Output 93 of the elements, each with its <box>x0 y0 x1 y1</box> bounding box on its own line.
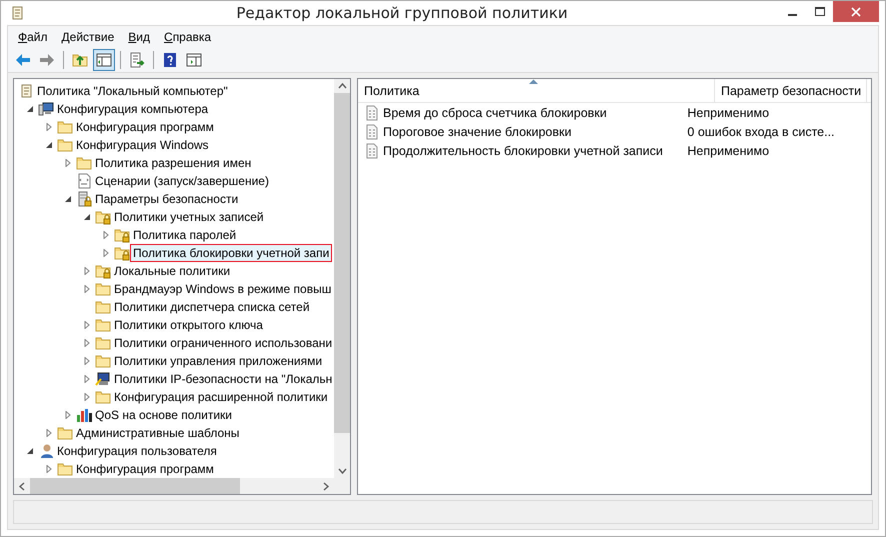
tree-item[interactable]: Локальные политики <box>111 262 234 280</box>
folder-icon <box>57 137 73 153</box>
locked-folder-icon <box>114 245 130 261</box>
folder-icon <box>95 317 111 333</box>
tree-item[interactable]: Политика "Локальный компьютер" <box>34 82 231 100</box>
expand-triangle-icon[interactable] <box>83 339 91 347</box>
help-icon <box>162 52 178 68</box>
vertical-scrollbar[interactable] <box>334 79 350 478</box>
collapse-triangle-icon[interactable] <box>64 195 72 203</box>
expand-triangle-icon[interactable] <box>45 465 53 473</box>
folder-icon <box>95 335 111 351</box>
computer-icon <box>38 101 54 117</box>
expand-triangle-icon[interactable] <box>102 231 110 239</box>
policy-item[interactable]: Продолжительность блокировки учетной записи <box>358 142 682 158</box>
script-icon <box>76 173 92 189</box>
folder-icon <box>95 299 111 315</box>
menu-item[interactable]: Вид <box>122 30 158 44</box>
monitor-key-icon <box>95 371 111 387</box>
collapse-triangle-icon[interactable] <box>45 141 53 149</box>
expand-triangle-icon[interactable] <box>45 123 53 131</box>
folder-icon <box>57 119 73 135</box>
folder-up-icon <box>72 52 88 68</box>
expand-triangle-icon[interactable] <box>83 285 91 293</box>
expand-triangle-icon[interactable] <box>83 357 91 365</box>
folder-icon <box>95 353 111 369</box>
locked-folder-icon <box>95 209 111 225</box>
server-lock-icon <box>76 191 92 207</box>
tree-item[interactable]: Конфигурация программ <box>73 118 217 136</box>
policy-item[interactable]: Пороговое значение блокировки <box>358 124 682 140</box>
tree-item[interactable]: Конфигурация расширенной политики <box>111 388 331 406</box>
tree-item[interactable]: Политики учетных записей <box>111 208 267 226</box>
tree-item[interactable]: Политики управления приложениями <box>111 352 326 370</box>
column-header[interactable]: Политика <box>358 79 715 102</box>
locked-folder-icon <box>114 227 130 243</box>
panel-icon <box>186 52 202 68</box>
expand-triangle-icon[interactable] <box>64 411 72 419</box>
toolbar-button[interactable] <box>93 49 115 71</box>
expand-triangle-icon[interactable] <box>83 393 91 401</box>
table-cell-text: Неприменимо <box>686 144 770 158</box>
tree-item[interactable]: Политики диспетчера списка сетей <box>111 298 313 316</box>
forward-arrow-icon <box>39 52 55 68</box>
panel-icon <box>96 52 112 68</box>
sort-up-icon <box>529 79 538 84</box>
folder-icon <box>57 425 73 441</box>
tree-item[interactable]: Конфигурация пользователя <box>54 442 220 460</box>
back-arrow-icon <box>15 52 31 68</box>
tree-item[interactable]: QoS на основе политики <box>92 406 235 424</box>
bar-chart-icon <box>76 407 92 423</box>
tree-item[interactable]: Конфигурация компьютера <box>54 100 212 118</box>
tree-item[interactable]: Политики IP-безопасности на "Локальн <box>111 370 334 388</box>
folder-icon <box>57 461 73 477</box>
tree-item[interactable]: Политики ограниченного использовани <box>111 334 334 352</box>
export-list-icon <box>129 52 145 68</box>
expand-triangle-icon[interactable] <box>83 267 91 275</box>
tree-item[interactable]: Политики открытого ключа <box>111 316 266 334</box>
policy-icon <box>364 142 380 158</box>
tree-item[interactable]: Конфигурация Windows <box>73 136 212 154</box>
tree-item[interactable]: Брандмауэр Windows в режиме повыш <box>111 280 334 298</box>
menu-item[interactable]: Файл <box>12 30 56 44</box>
expand-triangle-icon[interactable] <box>102 249 110 257</box>
policy-icon <box>364 104 380 120</box>
tree-item[interactable]: Политика разрешения имен <box>92 154 254 172</box>
close-button[interactable] <box>833 1 879 22</box>
tree-item[interactable]: Политика паролей <box>130 226 240 244</box>
policy-item[interactable]: Время до сброса счетчика блокировки <box>358 104 682 120</box>
user-icon <box>38 443 54 459</box>
collapse-triangle-icon[interactable] <box>26 105 34 113</box>
expand-triangle-icon[interactable] <box>83 321 91 329</box>
table-cell-text: Неприменимо <box>686 106 770 120</box>
folder-icon <box>76 155 92 171</box>
tree-item[interactable]: Политика блокировки учетной запи <box>130 244 332 262</box>
tree-item[interactable]: Параметры безопасности <box>92 190 242 208</box>
maximize-icon <box>814 6 824 16</box>
menu-item[interactable]: Справка <box>158 30 220 44</box>
column-header[interactable]: Параметр безопасности <box>715 79 867 102</box>
collapse-triangle-icon[interactable] <box>26 447 34 455</box>
tree-item[interactable]: Административные шаблоны <box>73 424 242 442</box>
tree-item[interactable]: Сценарии (запуск/завершение) <box>92 172 272 190</box>
expand-triangle-icon[interactable] <box>45 429 53 437</box>
locked-folder-icon <box>95 263 111 279</box>
horizontal-scrollbar[interactable] <box>14 478 350 494</box>
folder-icon <box>95 281 111 297</box>
folder-icon <box>95 389 111 405</box>
collapse-triangle-icon[interactable] <box>83 213 91 221</box>
table-cell-text: 0 ошибок входа в систе... <box>686 124 836 138</box>
window-title: Редактор локальной групповой политики <box>235 4 569 22</box>
policy-icon <box>364 124 380 140</box>
minimize-icon <box>788 14 797 16</box>
expand-triangle-icon[interactable] <box>64 159 72 167</box>
expand-triangle-icon[interactable] <box>83 375 91 383</box>
tree-item[interactable]: Конфигурация программ <box>73 460 217 478</box>
close-icon <box>851 6 861 16</box>
menu-item[interactable]: Действие <box>56 30 122 44</box>
